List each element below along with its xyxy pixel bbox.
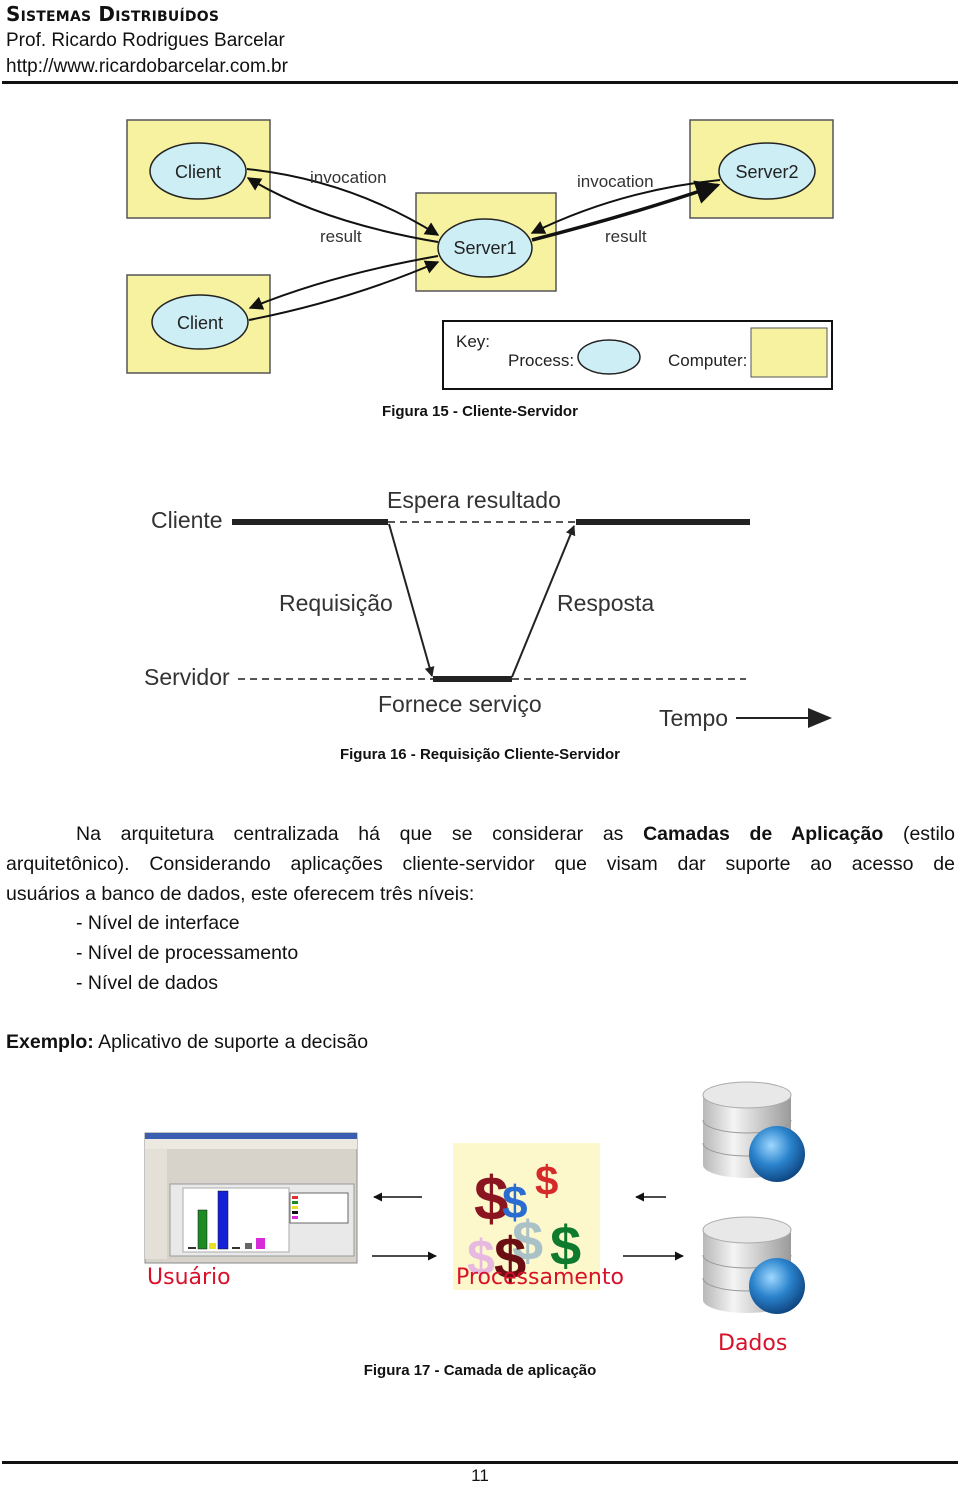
label-usuario: Usuário [147, 1265, 231, 1290]
globe-icon [749, 1126, 805, 1182]
legend-process-label: Process: [508, 351, 574, 370]
list-item-data: - Nível de dados [76, 972, 218, 994]
database-icon-1 [702, 1081, 805, 1182]
paragraph-line-1: Na arquitetura centralizada há que se co… [6, 819, 955, 849]
request-arrow [388, 523, 435, 677]
label-resposta: Resposta [557, 590, 654, 616]
example-text: Aplicativo de suporte a decisão [98, 1031, 369, 1053]
paragraph-line-3: usuários a banco de dados, este oferecem… [6, 883, 475, 905]
globe-icon [749, 1258, 805, 1314]
arrow-invocation-client2 [248, 260, 440, 321]
timeline-client-label: Cliente [151, 507, 223, 533]
figure-17-caption: Figura 17 - Camada de aplicação [363, 1362, 597, 1379]
edge-label-result-right: result [605, 227, 647, 246]
legend-computer-swatch [750, 327, 828, 378]
figure-16-request-timeline: Cliente Espera resultado Requisição Resp… [144, 487, 832, 731]
emphasis-camadas: Camadas de Aplicação [643, 823, 884, 845]
edge-label-invocation-right: invocation [577, 172, 654, 191]
label-requisicao: Requisição [279, 590, 393, 616]
list-item-interface: - Nível de interface [76, 912, 240, 934]
edge-label-result-left: result [320, 227, 362, 246]
legend-key-title: Key: [456, 332, 490, 351]
label-client2: Client [177, 313, 223, 333]
user-app-screenshot [144, 1132, 358, 1264]
svg-text:$: $ [535, 1157, 558, 1204]
label-espera-resultado: Espera resultado [387, 487, 561, 513]
label-tempo: Tempo [659, 705, 728, 731]
example-label: Exemplo: [6, 1031, 94, 1053]
label-processamento: Processamento [456, 1265, 624, 1290]
arrow-result-client2 [248, 255, 439, 310]
page-number: 11 [471, 1466, 489, 1485]
label-dados: Dados [718, 1331, 787, 1356]
figure-17-application-layers: Usuário $ $ $ $ $ $ $ Processamento Dado… [144, 1081, 805, 1356]
legend-process-swatch [577, 339, 641, 375]
figure-15-client-server-diagram: Client Client Server1 Server2 invocation… [126, 119, 834, 390]
paragraph-text: (estilo [902, 823, 955, 845]
figure-15-caption: Figura 15 - Cliente-Servidor [382, 403, 578, 420]
label-server1: Server1 [453, 238, 516, 258]
list-item-processing: - Nível de processamento [76, 942, 299, 964]
label-client1: Client [175, 162, 221, 182]
edge-label-invocation-left: invocation [310, 168, 387, 187]
timeline-server-label: Servidor [144, 664, 230, 690]
example-line: Exemplo: Aplicativo de suporte a decisão [6, 1031, 368, 1054]
label-fornece-servico: Fornece serviço [378, 691, 542, 717]
legend-computer-label: Computer: [668, 351, 747, 370]
time-arrow-head-icon [808, 708, 832, 728]
paragraph-text: Na arquitetura centralizada há que se co… [76, 823, 624, 845]
database-icon-2 [702, 1216, 805, 1314]
paragraph-line-2: arquitetônico). Considerando aplicações … [6, 853, 955, 875]
footer-divider [2, 1461, 958, 1464]
figure-16-caption: Figura 16 - Requisição Cliente-Servidor [339, 746, 621, 763]
label-server2: Server2 [735, 162, 798, 182]
